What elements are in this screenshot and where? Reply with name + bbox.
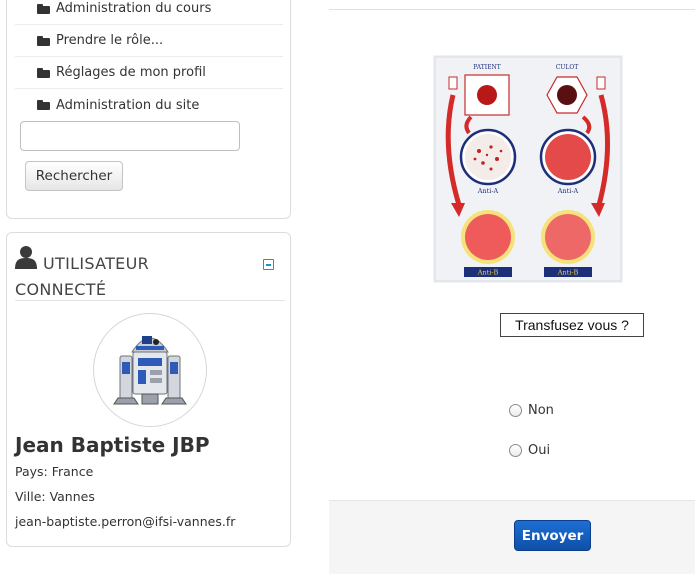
- label-anti-a-left: Anti-A: [477, 187, 499, 195]
- label-anti-b-right: Anti-B: [557, 269, 579, 277]
- label-patient: PATIENT: [473, 64, 501, 71]
- nav-item-course-administration[interactable]: Administration du cours: [15, 0, 283, 25]
- nav-item-label: Prendre le rôle...: [56, 33, 164, 48]
- robot-icon: [98, 318, 202, 422]
- nav-item-label: Réglages de mon profil: [56, 65, 206, 80]
- answer-label: Non: [528, 403, 554, 418]
- radio-button[interactable]: [509, 404, 522, 417]
- avatar: [93, 313, 207, 427]
- blood-typing-card-image: PATIENT CULOT Anti-A Anti-A Anti-B Anti-…: [433, 55, 623, 283]
- folder-icon: [37, 67, 50, 78]
- label-anti-a-right: Anti-A: [557, 187, 579, 195]
- folder-icon: [37, 100, 50, 110]
- block-header: UTILISATEUR CONNECTÉ: [15, 241, 285, 301]
- logged-in-user-block: UTILISATEUR CONNECTÉ Jean Baptiste JBP P…: [6, 232, 291, 547]
- submit-button[interactable]: Envoyer: [514, 520, 591, 551]
- search-input[interactable]: [20, 121, 240, 151]
- folder-icon: [37, 3, 50, 14]
- radio-button[interactable]: [509, 444, 522, 457]
- user-email: jean-baptiste.perron@ifsi-vannes.fr: [15, 514, 236, 529]
- nav-item-label: Administration du site: [56, 97, 200, 113]
- nav-item-site-administration[interactable]: Administration du site: [15, 89, 283, 121]
- nav-item-switch-role[interactable]: Prendre le rôle...: [15, 25, 283, 57]
- collapse-icon[interactable]: [263, 259, 274, 270]
- nav-item-label: Administration du cours: [56, 1, 212, 16]
- avatar-image: [98, 318, 202, 422]
- folder-icon: [37, 35, 50, 46]
- answer-option-non[interactable]: Non: [509, 403, 554, 418]
- block-title: UTILISATEUR CONNECTÉ: [15, 254, 150, 299]
- answer-label: Oui: [528, 443, 551, 458]
- search-button[interactable]: Rechercher: [25, 161, 123, 191]
- divider: [329, 9, 695, 10]
- submit-area: [329, 500, 695, 574]
- answer-option-oui[interactable]: Oui: [509, 443, 550, 458]
- label-anti-b-left: Anti-B: [477, 269, 499, 277]
- user-full-name: Jean Baptiste JBP: [15, 433, 210, 457]
- navigation-block: Administration du cours Prendre le rôle.…: [6, 0, 291, 219]
- label-culot: CULOT: [556, 64, 579, 71]
- nav-item-profile-settings[interactable]: Réglages de mon profil: [15, 57, 283, 89]
- user-city: Ville: Vannes: [15, 489, 95, 504]
- user-country: Pays: France: [15, 464, 94, 479]
- question-prompt: Transfusez vous ?: [500, 313, 644, 337]
